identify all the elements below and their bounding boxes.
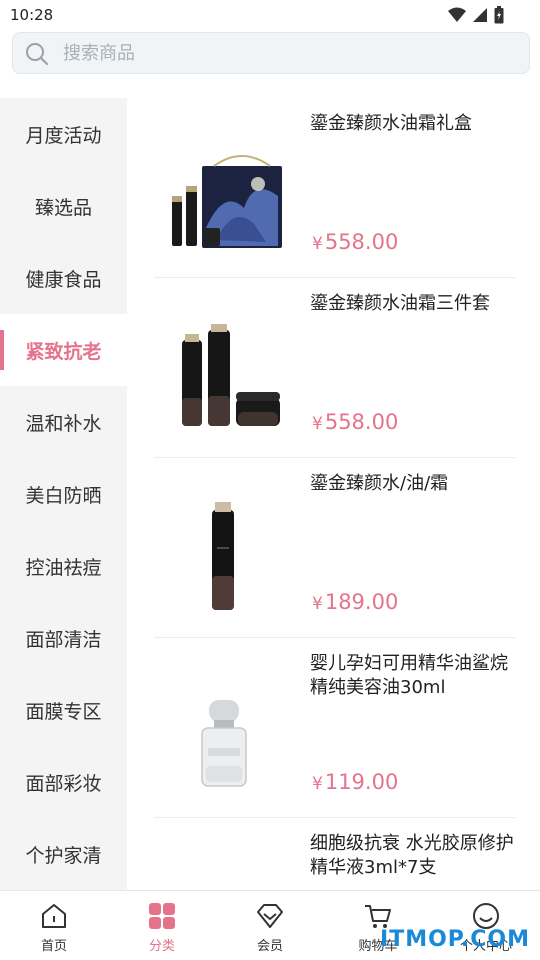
- sidebar-item-personal-care[interactable]: 个护家清: [0, 818, 127, 890]
- app-screen: 10:28 月度活动 臻选品: [0, 0, 540, 960]
- sidebar-item-label: 面膜专区: [25, 700, 102, 723]
- product-price: ¥558.00: [312, 230, 398, 254]
- sidebar-item-label: 面部清洁: [25, 628, 102, 651]
- price-value: 189.00: [324, 590, 399, 614]
- status-bar: 10:28: [0, 0, 540, 30]
- product-card[interactable]: 细胞级抗衰 水光胶原修护精华液3ml*7支: [154, 818, 516, 890]
- product-name: 细胞级抗衰 水光胶原修护精华液3ml*7支: [310, 833, 514, 878]
- currency-symbol: ¥: [312, 774, 323, 794]
- sidebar-item-label: 美白防晒: [25, 484, 102, 507]
- sidebar-item-hydration[interactable]: 温和补水: [0, 386, 127, 458]
- status-icons: [448, 6, 504, 24]
- sidebar-item-label: 控油祛痘: [25, 556, 102, 579]
- product-price: ¥119.00: [312, 770, 398, 794]
- category-sidebar: 月度活动 臻选品 健康食品 紧致抗老 温和补水 美白防晒 控油祛痘 面部清洁 面…: [0, 98, 127, 890]
- sidebar-item-face-masks[interactable]: 面膜专区: [0, 674, 127, 746]
- price-value: 558.00: [324, 230, 399, 254]
- sidebar-item-oil-control-acne[interactable]: 控油祛痘: [0, 530, 127, 602]
- product-name: 鎏金臻颜水油霜礼盒: [310, 113, 472, 134]
- wifi-icon: [448, 7, 466, 22]
- sidebar-item-label: 个护家清: [25, 844, 102, 867]
- product-price: ¥189.00: [312, 590, 398, 614]
- product-name: 鎏金臻颜水/油/霜: [310, 473, 449, 494]
- member-icon: [257, 904, 283, 928]
- product-card[interactable]: 鎏金臻颜水油霜三件套 ¥558.00: [154, 278, 516, 458]
- sidebar-item-label: 健康食品: [25, 268, 102, 291]
- sidebar-item-makeup[interactable]: 面部彩妆: [0, 746, 127, 818]
- watermark-logo: ITMOP.COM: [380, 927, 530, 952]
- nav-category-label: 分类: [148, 939, 175, 954]
- nav-member-label: 会员: [256, 939, 283, 954]
- status-time: 10:28: [10, 6, 54, 24]
- product-image: [212, 502, 234, 610]
- product-image: [172, 155, 282, 248]
- sidebar-item-monthly-activity[interactable]: 月度活动: [0, 98, 127, 170]
- product-card[interactable]: 鎏金臻颜水油霜礼盒 ¥558.00: [154, 98, 516, 278]
- currency-symbol: ¥: [312, 414, 323, 434]
- sidebar-item-facial-cleansing[interactable]: 面部清洁: [0, 602, 127, 674]
- search-bar[interactable]: [12, 32, 530, 74]
- sidebar-item-whitening-sunscreen[interactable]: 美白防晒: [0, 458, 127, 530]
- sidebar-item-label: 温和补水: [25, 412, 102, 435]
- sidebar-item-label: 面部彩妆: [25, 772, 102, 795]
- price-value: 119.00: [324, 770, 399, 794]
- product-image: [154, 828, 294, 890]
- sidebar-item-anti-aging[interactable]: 紧致抗老: [0, 314, 127, 386]
- sidebar-item-label: 紧致抗老: [25, 340, 102, 363]
- nav-home[interactable]: 首页: [0, 891, 108, 960]
- nav-member[interactable]: 会员: [216, 891, 324, 960]
- category-icon: [149, 903, 175, 929]
- product-price: ¥558.00: [312, 410, 398, 434]
- price-value: 558.00: [324, 410, 399, 434]
- search-input[interactable]: [63, 33, 503, 73]
- currency-symbol: ¥: [312, 234, 323, 254]
- sidebar-item-label: 臻选品: [34, 196, 92, 219]
- product-list: 鎏金臻颜水油霜礼盒 ¥558.00 鎏金臻颜水油霜三件套 ¥558.00 鎏金臻…: [154, 98, 516, 890]
- nav-home-label: 首页: [40, 939, 67, 954]
- home-icon: [42, 904, 66, 928]
- product-card[interactable]: 鎏金臻颜水/油/霜 ¥189.00: [154, 458, 516, 638]
- product-card[interactable]: 婴儿孕妇可用精华油鲨烷精纯美容油30ml ¥119.00: [154, 638, 516, 818]
- product-name: 鎏金臻颜水油霜三件套: [310, 293, 490, 314]
- battery-icon: [494, 6, 504, 24]
- product-name: 婴儿孕妇可用精华油鲨烷精纯美容油30ml: [310, 653, 508, 698]
- product-image: [201, 700, 247, 787]
- sidebar-item-label: 月度活动: [25, 124, 102, 147]
- product-image: [182, 324, 280, 426]
- signal-icon: [473, 8, 487, 22]
- sidebar-item-selected-goods[interactable]: 臻选品: [0, 170, 127, 242]
- nav-category[interactable]: 分类: [108, 891, 216, 960]
- sidebar-item-health-food[interactable]: 健康食品: [0, 242, 127, 314]
- search-icon: [26, 43, 49, 66]
- currency-symbol: ¥: [312, 594, 323, 614]
